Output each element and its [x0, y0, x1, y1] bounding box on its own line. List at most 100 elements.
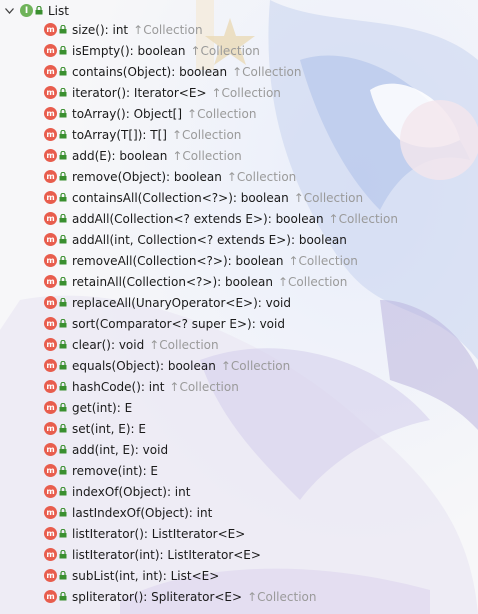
method-item[interactable]: m clear(): void ↑Collection — [44, 334, 219, 355]
method-item[interactable]: m indexOf(Object): int — [44, 481, 190, 502]
method-icon: m — [44, 23, 57, 36]
tree-root-label: List — [48, 3, 69, 18]
method-item[interactable]: m add(E): boolean ↑Collection — [44, 145, 242, 166]
method-icon: m — [44, 401, 57, 414]
method-icon: m — [44, 170, 57, 183]
method-signature: clear(): void — [72, 337, 145, 352]
method-item[interactable]: m size(): int ↑Collection — [44, 19, 203, 40]
lock-icon — [59, 67, 67, 76]
method-item[interactable]: m addAll(int, Collection<? extends E>): b… — [44, 229, 347, 250]
lock-icon — [59, 25, 67, 34]
method-signature: subList(int, int): List<E> — [72, 568, 220, 583]
lock-icon — [35, 6, 43, 15]
method-signature: remove(Object): boolean — [72, 169, 222, 184]
inherited-from-label: ↑Collection — [169, 379, 239, 394]
method-icon: m — [44, 569, 57, 582]
method-icon: m — [44, 548, 57, 561]
inherited-from-label: ↑Collection — [232, 64, 302, 79]
method-item[interactable]: m remove(Object): boolean ↑Collection — [44, 166, 296, 187]
inherited-from-label: ↑Collection — [187, 106, 257, 121]
method-item[interactable]: m removeAll(Collection<?>): boolean ↑Colle… — [44, 250, 358, 271]
method-signature: size(): int — [72, 22, 129, 37]
method-item[interactable]: m toArray(): Object[] ↑Collection — [44, 103, 256, 124]
lock-icon — [59, 193, 67, 202]
method-signature: get(int): E — [72, 400, 133, 415]
method-item[interactable]: m hashCode(): int ↑Collection — [44, 376, 239, 397]
inherited-from-label: ↑Collection — [171, 127, 242, 142]
inherited-from-label: ↑Collection — [133, 22, 203, 37]
method-icon: m — [44, 380, 57, 393]
method-signature: containsAll(Collection<?>): boolean — [72, 190, 289, 205]
method-signature: contains(Object): boolean — [72, 64, 228, 79]
method-item[interactable]: m iterator(): Iterator<E> ↑Collection — [44, 82, 281, 103]
method-icon: m — [44, 464, 57, 477]
lock-icon — [59, 487, 67, 496]
method-item[interactable]: m spliterator(): Spliterator<E> ↑Collectio… — [44, 586, 316, 607]
method-signature: toArray(): Object[] — [72, 106, 183, 121]
lock-icon — [59, 445, 67, 454]
method-signature: add(int, E): void — [72, 442, 169, 457]
lock-icon — [59, 235, 67, 244]
method-signature: isEmpty(): boolean — [72, 43, 186, 58]
method-icon: m — [44, 128, 57, 141]
method-icon: m — [44, 149, 57, 162]
method-item[interactable]: m equals(Object): boolean ↑Collection — [44, 355, 290, 376]
inherited-from-label: ↑Collection — [226, 169, 297, 184]
method-icon: m — [44, 506, 57, 519]
method-item[interactable]: m listIterator(int): ListIterator<E> — [44, 544, 261, 565]
method-icon: m — [44, 275, 57, 288]
method-signature: addAll(int, Collection<? extends E>): bo… — [72, 232, 347, 247]
lock-icon — [59, 340, 67, 349]
method-icon: m — [44, 443, 57, 456]
inherited-from-label: ↑Collection — [288, 253, 358, 268]
method-icon: m — [44, 254, 57, 267]
method-item[interactable]: m remove(int): E — [44, 460, 158, 481]
method-item[interactable]: m retainAll(Collection<?>): boolean ↑Colle… — [44, 271, 347, 292]
method-item[interactable]: m lastIndexOf(Object): int — [44, 502, 212, 523]
method-icon: m — [44, 317, 57, 330]
interface-icon: I — [20, 4, 33, 17]
method-item[interactable]: m set(int, E): E — [44, 418, 146, 439]
method-item[interactable]: m get(int): E — [44, 397, 132, 418]
method-item[interactable]: m isEmpty(): boolean ↑Collection — [44, 40, 260, 61]
method-item[interactable]: m toArray(T[]): T[] ↑Collection — [44, 124, 241, 145]
inherited-from-label: ↑Collection — [277, 274, 348, 289]
method-signature: indexOf(Object): int — [72, 484, 191, 499]
method-item[interactable]: m listIterator(): ListIterator<E> — [44, 523, 245, 544]
lock-icon — [59, 88, 67, 97]
method-item[interactable]: m contains(Object): boolean ↑Collection — [44, 61, 302, 82]
lock-icon — [59, 361, 67, 370]
lock-icon — [59, 529, 67, 538]
lock-icon — [59, 277, 67, 286]
tree-node-root[interactable]: I List — [4, 0, 69, 21]
lock-icon — [59, 256, 67, 265]
method-item[interactable]: m sort(Comparator<? super E>): void — [44, 313, 285, 334]
inherited-from-label: ↑Collection — [172, 148, 242, 163]
chevron-down-icon[interactable] — [4, 6, 14, 16]
inherited-from-label: ↑Collection — [211, 85, 281, 100]
method-signature: listIterator(int): ListIterator<E> — [72, 547, 261, 562]
lock-icon — [59, 319, 67, 328]
inherited-from-label: ↑Collection — [328, 211, 398, 226]
method-signature: lastIndexOf(Object): int — [72, 505, 213, 520]
method-item[interactable]: m addAll(Collection<? extends E>): boolea… — [44, 208, 398, 229]
method-icon: m — [44, 296, 57, 309]
method-signature: remove(int): E — [72, 463, 159, 478]
method-icon: m — [44, 590, 57, 603]
method-icon: m — [44, 359, 57, 372]
lock-icon — [59, 403, 67, 412]
method-icon: m — [44, 485, 57, 498]
method-item[interactable]: m add(int, E): void — [44, 439, 168, 460]
method-signature: spliterator(): Spliterator<E> — [72, 589, 243, 604]
inherited-from-label: ↑Collection — [247, 589, 317, 604]
method-item[interactable]: m containsAll(Collection<?>): boolean ↑Col… — [44, 187, 363, 208]
lock-icon — [59, 424, 67, 433]
lock-icon — [59, 592, 67, 601]
method-icon: m — [44, 107, 57, 120]
lock-icon — [59, 109, 67, 118]
lock-icon — [59, 571, 67, 580]
method-signature: toArray(T[]): T[] — [72, 127, 167, 142]
method-item[interactable]: m subList(int, int): List<E> — [44, 565, 219, 586]
method-icon: m — [44, 191, 57, 204]
method-item[interactable]: m replaceAll(UnaryOperator<E>): void — [44, 292, 291, 313]
